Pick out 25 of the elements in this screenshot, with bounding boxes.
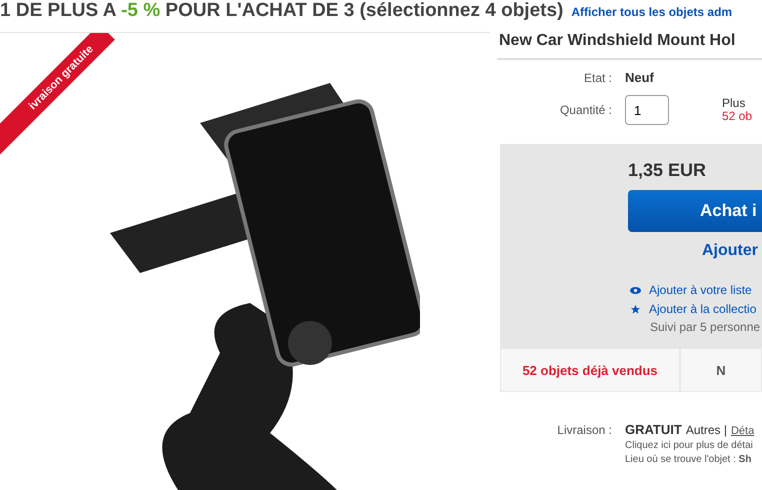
add-to-cart-link[interactable]: Ajouter [628,242,762,260]
buy-now-button[interactable]: Achat i [628,190,762,232]
eye-icon [630,286,641,294]
item-location: Lieu où se trouve l'objet : Sh [625,454,752,465]
field-label: Quantité : [558,103,612,117]
view-all-items-link[interactable]: Afficher tous les objets adm [571,5,732,19]
shipping-other: Autres | [686,423,727,437]
action-link[interactable]: Ajouter à votre liste [628,283,762,297]
price: 1,35 EUR [628,160,708,181]
details-link[interactable]: Déta [730,425,754,437]
stat-cell: 52 objets déjà vendus [500,348,680,392]
field-label: Livraison : [556,422,612,436]
field-label: Etat : [582,70,612,84]
sold-count-text: 52 ob [722,110,752,123]
product-title: New Car Windshield Mount Hol [497,28,762,60]
shipping-cost: GRATUIT [625,422,682,437]
action-link[interactable]: Ajouter à la collectio [628,302,762,316]
availability-text: Plus [722,97,746,110]
quantity-input[interactable]: 1 [625,95,669,125]
followers-text: Suivi par 5 personne [649,320,762,334]
field-value: Neuf [625,70,654,85]
promo-banner-text: 1 DE PLUS A -5 % POUR L'ACHAT DE 3 (sélectionnez 4 objets) [0,0,564,22]
stat-cell: N [680,348,762,392]
shipping-note: Cliquez ici pour plus de détai [625,440,754,451]
star-icon [630,304,641,314]
